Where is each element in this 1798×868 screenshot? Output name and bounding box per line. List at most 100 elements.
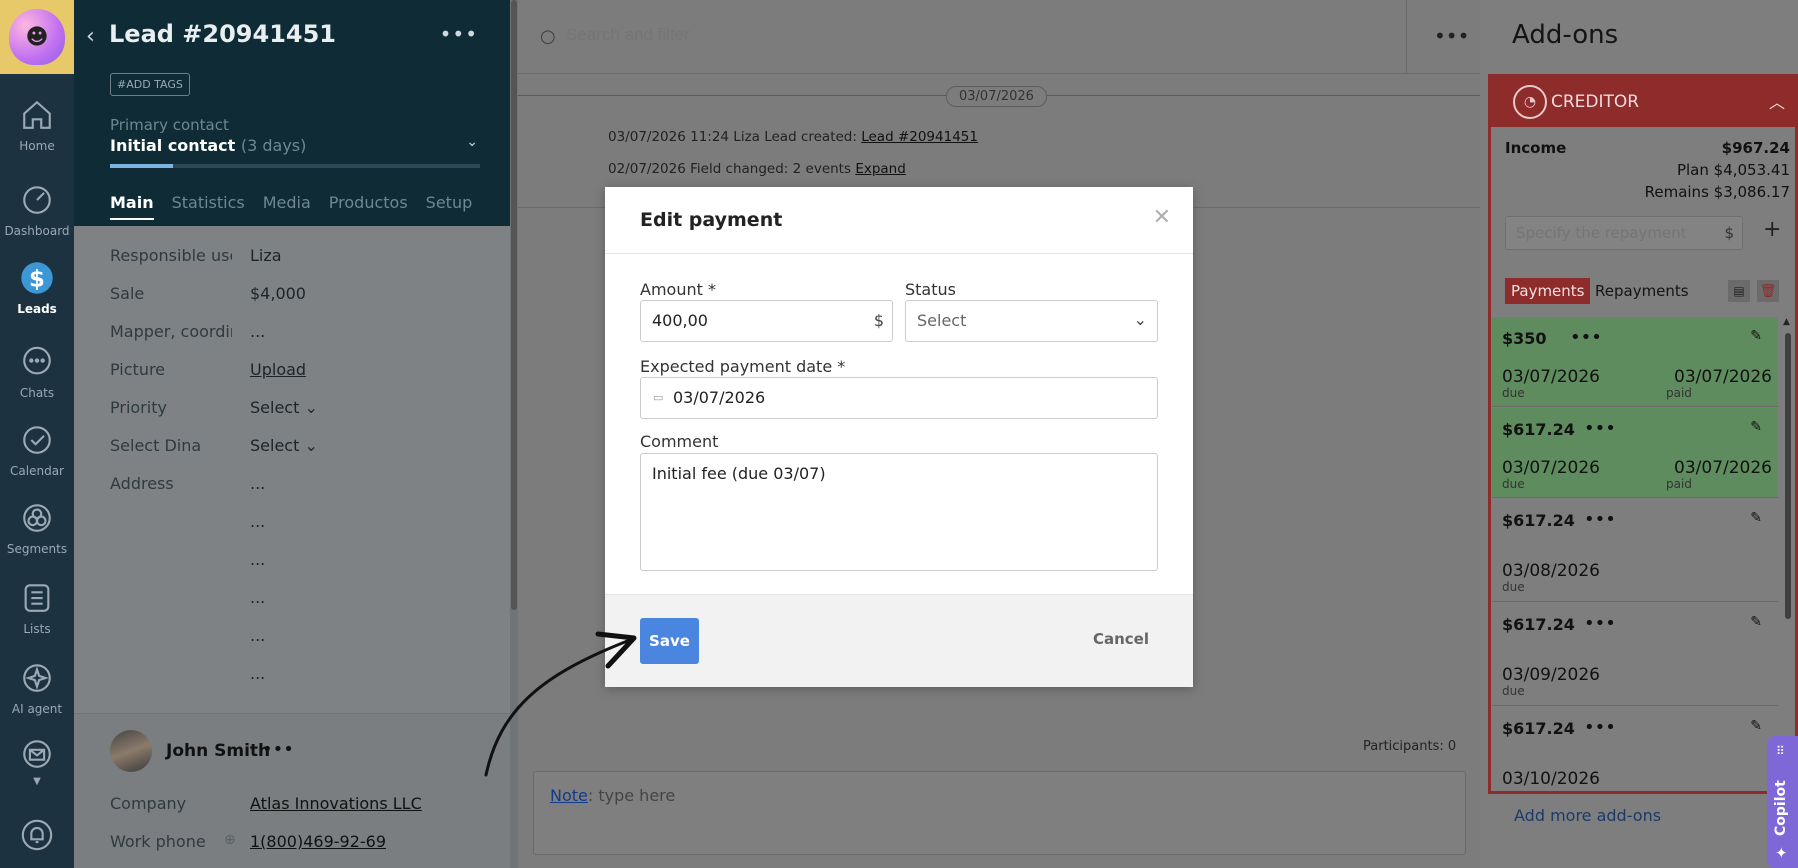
document-icon[interactable]: ▤	[1728, 280, 1750, 302]
payment-due-date: 03/08/2026	[1502, 561, 1600, 581]
payment-due-date: 03/07/2026	[1502, 367, 1600, 387]
expand-link[interactable]: Expand	[855, 161, 906, 177]
avatar[interactable]	[110, 730, 152, 772]
app-logo[interactable]: ☻	[0, 0, 74, 74]
chevron-up-icon[interactable]: ︿	[1769, 89, 1785, 113]
date-badge: 03/07/2026	[946, 86, 1047, 107]
contact-more-icon[interactable]: •••	[262, 739, 294, 760]
nav-calendar[interactable]: Calendar	[0, 420, 74, 478]
search-input[interactable]	[566, 25, 1166, 45]
nav-more-chevron-icon[interactable]: ▼	[0, 776, 74, 787]
edit-pencil-icon[interactable]: ✎	[1750, 510, 1762, 526]
field-label: Picture	[110, 360, 166, 379]
mail-icon	[17, 734, 57, 774]
scrollbar-thumb[interactable]	[511, 0, 517, 610]
trash-icon[interactable]: 🗑	[1757, 280, 1779, 302]
nav-chats[interactable]: Chats	[0, 342, 74, 400]
work-phone-link[interactable]: 1(800)469-92-69	[250, 832, 386, 851]
scroll-up-icon[interactable]: ▲	[1783, 317, 1790, 327]
nav-lists[interactable]: Lists	[0, 578, 74, 636]
lead-fields: Responsible use Liza Sale $4,000 Mapper, c…	[110, 246, 480, 702]
payment-more-icon[interactable]: •••	[1570, 327, 1602, 348]
nav-ai-agent[interactable]: AI agent	[0, 658, 74, 716]
segments-icon	[17, 498, 57, 538]
addons-title: Add-ons	[1512, 20, 1619, 50]
remains-value: Remains $3,086.17	[1644, 183, 1790, 201]
amount-input[interactable]	[652, 311, 862, 330]
payment-more-icon[interactable]: •••	[1584, 418, 1616, 439]
lead-link[interactable]: Lead #20941451	[861, 129, 978, 145]
drag-handle-icon[interactable]: ⠿	[1776, 744, 1785, 758]
tab-payments[interactable]: Payments	[1505, 278, 1591, 304]
payment-more-icon[interactable]: •••	[1584, 509, 1616, 530]
add-more-addons-link[interactable]: Add more add-ons	[1514, 806, 1661, 825]
status-select[interactable]: Select ⌄	[905, 300, 1158, 342]
tab-main[interactable]: Main	[110, 193, 154, 220]
bell-icon	[17, 815, 57, 855]
edit-pencil-icon[interactable]: ✎	[1750, 718, 1762, 734]
tab-productos[interactable]: Productos	[329, 193, 408, 220]
nav-dashboard[interactable]: Dashboard	[0, 180, 74, 238]
payments-scrollbar[interactable]: ▲	[1783, 317, 1793, 787]
stage-chevron-down-icon[interactable]: ⌄	[466, 134, 478, 150]
priority-select[interactable]: Select ⌄	[250, 398, 318, 417]
feed-event: 03/07/2026 11:24 Liza Lead created: Lead…	[608, 129, 978, 145]
payment-card: $617.24 ••• ✎ 03/08/2026 due	[1492, 499, 1778, 602]
add-phone-icon[interactable]: ⊕	[224, 832, 236, 848]
nav-segments[interactable]: Segments	[0, 498, 74, 556]
tab-media[interactable]: Media	[263, 193, 311, 220]
scrollbar-thumb[interactable]	[1785, 333, 1791, 619]
company-link[interactable]: Atlas Innovations LLC	[250, 794, 422, 813]
income-value: $967.24	[1721, 139, 1790, 157]
payment-paid-date: 03/07/2026	[1674, 458, 1772, 478]
back-chevron-icon[interactable]: ‹	[86, 24, 95, 49]
close-icon[interactable]: ✕	[1153, 205, 1171, 230]
upload-link[interactable]: Upload	[250, 360, 306, 379]
add-tags-button[interactable]: #ADD TAGS	[110, 73, 190, 96]
dina-select[interactable]: Select ⌄	[250, 436, 318, 455]
ai-agent-icon	[17, 658, 57, 698]
main-navigation: ☻ Home Dashboard $ Leads Chats Calendar …	[0, 0, 74, 868]
pipeline-stage[interactable]: Initial contact (3 days)	[110, 136, 306, 155]
lists-icon	[17, 578, 57, 618]
field-value[interactable]: Liza	[250, 246, 282, 265]
field-label: Select Dina	[110, 436, 202, 455]
repayment-input[interactable]	[1516, 224, 1716, 242]
nav-notifications[interactable]	[0, 815, 74, 859]
comment-textarea[interactable]: Initial fee (due 03/07)	[640, 453, 1158, 571]
field-value[interactable]: ...	[250, 474, 265, 493]
creditor-header[interactable]: ◔ CREDITOR ︿	[1491, 77, 1795, 127]
paid-label: paid	[1666, 477, 1692, 491]
field-row-sale: Sale $4,000	[110, 284, 480, 322]
edit-pencil-icon[interactable]: ✎	[1750, 328, 1762, 344]
nav-mail[interactable]	[0, 734, 74, 778]
lead-more-icon[interactable]: •••	[440, 22, 478, 46]
comment-label: Comment	[640, 432, 719, 451]
feed-more-icon[interactable]: •••	[1434, 24, 1469, 48]
modal-footer: Save Cancel	[605, 594, 1193, 687]
date-input[interactable]	[673, 388, 883, 407]
nav-leads[interactable]: $ Leads	[0, 258, 74, 316]
payment-more-icon[interactable]: •••	[1584, 613, 1616, 634]
stage-progress-bar	[110, 164, 480, 168]
field-label: Priority	[110, 398, 167, 417]
field-row-priority: Priority Select ⌄	[110, 398, 480, 436]
field-value[interactable]: $4,000	[250, 284, 306, 303]
note-composer[interactable]: Note: type here	[533, 771, 1466, 855]
tab-statistics[interactable]: Statistics	[172, 193, 245, 220]
tab-repayments[interactable]: Repayments	[1595, 282, 1689, 300]
add-repayment-plus-icon[interactable]: +	[1763, 217, 1781, 242]
copilot-tab[interactable]: ⠿ Copilot ✦	[1767, 736, 1798, 868]
payment-more-icon[interactable]: •••	[1584, 717, 1616, 738]
currency-symbol: $	[1724, 224, 1734, 242]
tab-setup[interactable]: Setup	[426, 193, 473, 220]
edit-pencil-icon[interactable]: ✎	[1750, 419, 1762, 435]
save-button[interactable]: Save	[640, 618, 699, 664]
cancel-button[interactable]: Cancel	[1093, 630, 1149, 648]
participants-count[interactable]: Participants: 0	[1363, 739, 1456, 754]
nav-home[interactable]: Home	[0, 95, 74, 153]
note-type-link[interactable]: Note	[550, 786, 588, 805]
contact-name[interactable]: John Smith	[166, 741, 270, 761]
field-value[interactable]: ...	[250, 322, 265, 341]
edit-pencil-icon[interactable]: ✎	[1750, 614, 1762, 630]
